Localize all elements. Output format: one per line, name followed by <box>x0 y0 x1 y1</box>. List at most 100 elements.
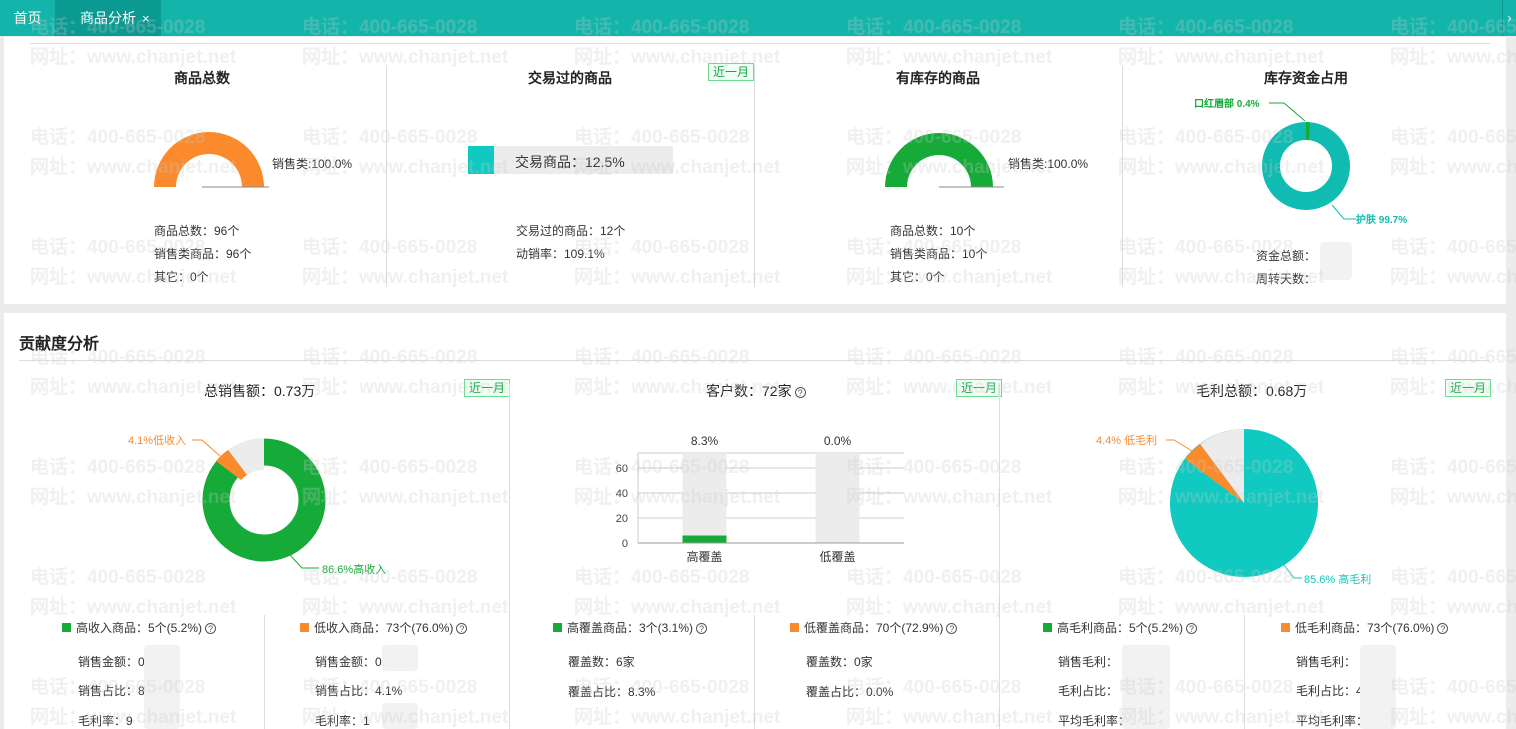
redacted-value <box>382 645 418 671</box>
contribution-panel: 贡献度分析 总销售额：0.73万 近一月 4.1%低收入 86.6%高收入 客户… <box>4 313 1506 729</box>
section-title: 贡献度分析 <box>19 336 100 353</box>
total-gauge <box>154 132 269 188</box>
stat-line: 销售类商品：96个 <box>154 247 252 261</box>
data-label: 0.0% <box>824 434 852 448</box>
stat-line: 周转天数： <box>1256 272 1317 286</box>
donut-label-high: 86.6%高收入 <box>322 562 386 576</box>
stat-line: 商品总数：96个 <box>154 224 240 238</box>
divider <box>1122 65 1123 287</box>
help-icon[interactable]: ? <box>456 623 468 634</box>
capital-donut: 口红眉部 0.4% 护肤 99.7% <box>1194 97 1407 226</box>
tab-product-analysis[interactable]: 商品分析 × <box>55 0 161 36</box>
period-tag[interactable]: 近一月 <box>956 379 1003 397</box>
sales-donut: 4.1%低收入 86.6%高收入 <box>128 433 386 576</box>
stat-line: 覆盖占比：8.3% <box>568 685 656 699</box>
y-tick-label: 0 <box>622 538 628 550</box>
stat-line: 销售金额：0 <box>78 655 145 669</box>
stat-line: 商品总数：10个 <box>890 224 976 238</box>
redacted-value <box>1360 645 1396 729</box>
legend-low-coverage: 低覆盖商品：70个(72.9%)? <box>790 619 958 636</box>
period-tag[interactable]: 近一月 <box>1445 379 1492 397</box>
stat-line: 毛利占比：4 <box>1296 684 1363 698</box>
help-icon[interactable]: ? <box>696 623 708 634</box>
card-title-capital: 库存资金占用 <box>1264 70 1348 86</box>
tab-home[interactable]: 首页 <box>0 0 55 36</box>
bar-background <box>815 453 860 543</box>
redacted-value <box>144 645 180 729</box>
y-tick-label: 60 <box>616 463 628 475</box>
y-tick-label: 20 <box>616 513 628 525</box>
stat-line: 覆盖数：6家 <box>568 655 635 669</box>
redacted-value <box>1122 645 1170 729</box>
data-label: 8.3% <box>691 434 719 448</box>
tab-label: 商品分析 <box>80 10 136 26</box>
overview-panel: 商品总数 销售类:100.0% 商品总数：96个 销售类商品：96个 其它：0个… <box>4 37 1506 304</box>
x-tick-label: 高覆盖 <box>686 549 722 564</box>
help-icon[interactable]: ? <box>1437 623 1449 634</box>
stat-line: 其它：0个 <box>890 270 945 284</box>
bar <box>682 535 727 543</box>
card-title-total: 商品总数 <box>174 70 230 86</box>
stat-line: 动销率：109.1% <box>516 247 605 261</box>
y-tick-label: 40 <box>616 488 628 500</box>
divider <box>999 383 1000 729</box>
stat-line: 覆盖数：0家 <box>806 655 873 669</box>
stat-line: 销售占比：4.1% <box>315 684 403 698</box>
divider <box>754 65 755 287</box>
legend-high-income: 高收入商品：5个(5.2%)? <box>62 619 217 636</box>
customer-count-title: 客户数：72家? <box>706 381 806 401</box>
stat-line: 销售毛利： <box>1058 655 1119 669</box>
gauge-arc <box>154 132 264 187</box>
card-title-traded: 交易过的商品 <box>528 70 612 86</box>
legend-high-profit: 高毛利商品：5个(5.2%)? <box>1043 619 1198 636</box>
stat-line: 销售毛利： <box>1296 655 1357 669</box>
help-icon[interactable]: ? <box>794 387 806 398</box>
profit-total-title: 毛利总额：0.68万 <box>1196 383 1308 399</box>
divider <box>386 65 387 287</box>
stat-line: 毛利率：9 <box>78 714 133 728</box>
stat-line: 销售类商品：10个 <box>890 247 988 261</box>
stat-line: 毛利占比： <box>1058 684 1119 698</box>
stat-line: 平均毛利率： <box>1296 714 1369 728</box>
divider <box>1244 615 1245 729</box>
stat-line: 资金总额： <box>1256 249 1317 263</box>
gauge-label: 销售类:100.0% <box>272 157 353 171</box>
stat-line: 毛利率：1 <box>315 714 370 728</box>
stat-line: 交易过的商品：12个 <box>516 224 626 238</box>
donut-segment-large <box>1262 122 1350 210</box>
close-icon[interactable]: × <box>142 11 150 26</box>
redacted-value <box>1320 242 1352 280</box>
x-tick-label: 低覆盖 <box>819 550 855 564</box>
traded-bar-track: 交易商品：12.5% <box>468 146 673 174</box>
help-icon[interactable]: ? <box>1186 623 1198 634</box>
coverage-bar-chart: 0 20 40 60 8.3% 高覆盖 0.0% 低覆盖 <box>616 434 904 564</box>
profit-pie: 4.4% 低毛利 85.6% 高毛利 <box>1096 429 1371 586</box>
pie-label-low: 4.4% 低毛利 <box>1096 434 1157 447</box>
card-title-stock: 有库存的商品 <box>896 70 980 86</box>
gauge-arc <box>885 133 993 187</box>
divider <box>30 43 1490 44</box>
help-icon[interactable]: ? <box>946 623 958 634</box>
stock-gauge <box>885 133 1004 188</box>
gauge-label: 销售类:100.0% <box>1008 157 1089 171</box>
divider <box>754 615 755 729</box>
period-tag[interactable]: 近一月 <box>464 379 511 397</box>
divider <box>509 383 510 729</box>
donut-label-small: 口红眉部 0.4% <box>1194 97 1260 110</box>
stat-line: 其它：0个 <box>154 270 209 284</box>
bar-background <box>682 453 727 543</box>
divider <box>264 615 265 729</box>
donut-label-large: 护肤 99.7% <box>1356 213 1407 226</box>
redacted-value <box>382 703 418 729</box>
scroll-right-icon[interactable]: › <box>1502 0 1516 36</box>
legend-low-income: 低收入商品：73个(76.0%)? <box>300 619 468 636</box>
period-tag[interactable]: 近一月 <box>708 63 755 81</box>
legend-high-coverage: 高覆盖商品：3个(3.1%)? <box>553 619 708 636</box>
sales-total-title: 总销售额：0.73万 <box>204 383 316 399</box>
traded-bar-fill <box>468 146 494 174</box>
stat-line: 覆盖占比：0.0% <box>806 685 894 699</box>
help-icon[interactable]: ? <box>205 623 217 634</box>
traded-bar-label: 交易商品：12.5% <box>515 154 625 170</box>
legend-low-profit: 低毛利商品：73个(76.0%)? <box>1281 619 1449 636</box>
divider <box>19 360 1489 361</box>
